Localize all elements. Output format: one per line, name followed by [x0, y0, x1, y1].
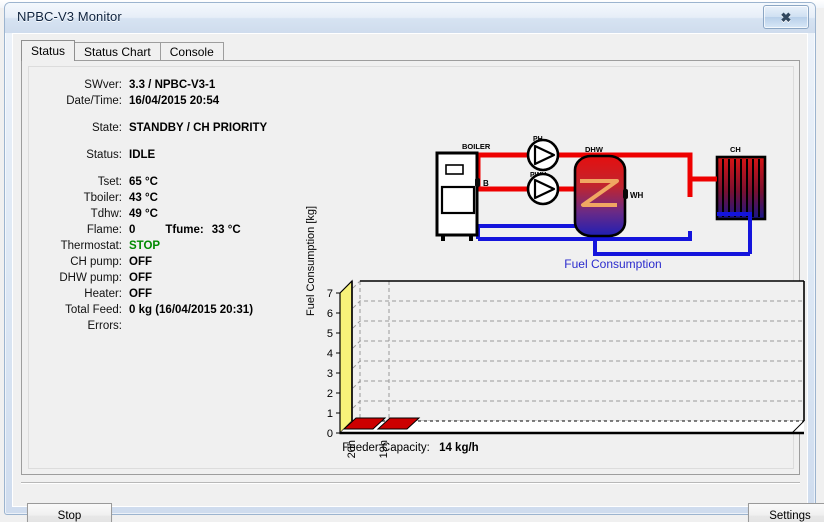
bottom-separator [21, 482, 800, 484]
label-swver: SWver: [30, 79, 129, 91]
status-row-thermostat: Thermostat: STOP [30, 240, 292, 256]
label-heater: Heater: [30, 288, 129, 300]
svg-text:5: 5 [327, 328, 333, 340]
svg-text:1: 1 [327, 408, 333, 420]
label-datetime: Date/Time: [30, 95, 129, 107]
title-bar[interactable]: NPBC-V3 Monitor ✖ [5, 3, 815, 33]
close-icon: ✖ [781, 11, 792, 24]
label-total-feed: Total Feed: [30, 304, 129, 316]
value-total-feed: 0 kg (16/04/2015 20:31) [129, 304, 253, 316]
dhw-sensor-label: WH [630, 191, 644, 200]
chart-y-ticks [336, 293, 340, 433]
settings-button-label: Settings [769, 510, 811, 522]
svg-text:2: 2 [327, 388, 333, 400]
tab-page-status: SWver: 3.3 / NPBC-V3-1 Date/Time: 16/04/… [21, 60, 800, 475]
hydraulic-diagram-svg: BOILER B PH [420, 119, 792, 259]
boiler-label: BOILER [462, 142, 491, 151]
status-row-tboiler: Tboiler: 43 °C [30, 192, 292, 208]
feeder-capacity-value: 14 kg/h [439, 442, 479, 454]
value-state: STANDBY / CH PRIORITY [129, 122, 267, 134]
label-status: Status: [30, 149, 129, 161]
value-heater: OFF [129, 288, 152, 300]
value-swver: 3.3 / NPBC-V3-1 [129, 79, 215, 91]
status-row-datetime: Date/Time: 16/04/2015 20:54 [30, 95, 292, 111]
status-row-ch-pump: CH pump: OFF [30, 256, 292, 272]
value-ch-pump: OFF [129, 256, 152, 268]
tab-console[interactable]: Console [160, 42, 224, 61]
settings-button[interactable]: Settings [748, 503, 824, 522]
screen-root: NPBC-V3 Monitor ✖ Status Status Chart Co… [0, 0, 824, 522]
svg-text:4: 4 [327, 348, 333, 360]
pump-dhw: PWH [528, 172, 558, 204]
dhw-tank: DHW WH [575, 145, 644, 236]
chart-y-tick-labels: 7 6 5 4 3 2 1 0 [327, 288, 333, 440]
label-ch-pump: CH pump: [30, 256, 129, 268]
value-tboiler: 43 °C [129, 192, 158, 204]
hydraulic-diagram: BOILER B PH [420, 119, 792, 259]
tab-status-label: Status [31, 44, 65, 58]
svg-text:6: 6 [327, 308, 333, 320]
status-row-heater: Heater: OFF [30, 288, 292, 304]
status-row-tdhw: Tdhw: 49 °C [30, 208, 292, 224]
label-state: State: [30, 122, 129, 134]
close-button[interactable]: ✖ [763, 5, 809, 29]
stop-button-label: Stop [58, 510, 82, 522]
label-thermostat: Thermostat: [30, 240, 129, 252]
tab-status-chart-label: Status Chart [84, 45, 151, 59]
svg-text:0: 0 [327, 428, 333, 440]
status-row-status: Status: IDLE [30, 149, 292, 165]
label-errors: Errors: [30, 320, 129, 332]
label-flame: Flame: [30, 224, 129, 236]
svg-text:3: 3 [327, 368, 333, 380]
window-title: NPBC-V3 Monitor [17, 9, 122, 24]
tab-strip: Status Status Chart Console [21, 41, 223, 61]
app-window: NPBC-V3 Monitor ✖ Status Status Chart Co… [4, 2, 816, 515]
tab-status[interactable]: Status [21, 40, 75, 61]
dhw-tank-label: DHW [585, 145, 604, 154]
tab-status-chart[interactable]: Status Chart [74, 42, 161, 61]
ch-radiator: CH [690, 145, 765, 254]
value-flame: 0 [129, 224, 135, 236]
label-dhw-pump: DHW pump: [30, 272, 129, 284]
status-row-swver: SWver: 3.3 / NPBC-V3-1 [30, 79, 292, 95]
chart-y-axis-label: Fuel Consumption [kg] [305, 206, 317, 316]
label-tboiler: Tboiler: [30, 192, 129, 204]
feeder-capacity: Feeder Capacity: 14 kg/h [22, 442, 799, 454]
tab-console-label: Console [170, 45, 214, 59]
value-tdhw: 49 °C [129, 208, 158, 220]
chart-svg: 7 6 5 4 3 2 1 0 [307, 266, 812, 466]
value-tfume: 33 °C [212, 224, 241, 236]
value-datetime: 16/04/2015 20:54 [129, 95, 219, 107]
boiler-sensor-label: B [483, 179, 489, 188]
status-row-flame: Flame: 0 Tfume: 33 °C [30, 224, 292, 240]
status-row-dhw-pump: DHW pump: OFF [30, 272, 292, 288]
status-row-errors: Errors: [30, 320, 292, 336]
fuel-consumption-chart: Fuel Consumption [kg] [307, 266, 812, 466]
stop-button[interactable]: Stop [27, 503, 112, 522]
status-row-total-feed: Total Feed: 0 kg (16/04/2015 20:31) [30, 304, 292, 320]
feeder-capacity-label: Feeder Capacity: [342, 442, 430, 454]
pump-ch: PH [528, 136, 558, 170]
ch-radiator-label: CH [730, 145, 741, 154]
status-row-tset: Tset: 65 °C [30, 176, 292, 192]
status-row-state: State: STANDBY / CH PRIORITY [30, 122, 292, 138]
svg-text:7: 7 [327, 288, 333, 300]
label-tfume: Tfume: [165, 224, 203, 236]
status-field-list: SWver: 3.3 / NPBC-V3-1 Date/Time: 16/04/… [30, 79, 292, 336]
label-tdhw: Tdhw: [30, 208, 129, 220]
value-status: IDLE [129, 149, 155, 161]
value-tset: 65 °C [129, 176, 158, 188]
value-thermostat: STOP [129, 240, 160, 252]
value-dhw-pump: OFF [129, 272, 152, 284]
client-area: Status Status Chart Console SWver: 3.3 /… [12, 33, 808, 507]
chart-left-wall [340, 281, 352, 433]
label-tset: Tset: [30, 176, 129, 188]
